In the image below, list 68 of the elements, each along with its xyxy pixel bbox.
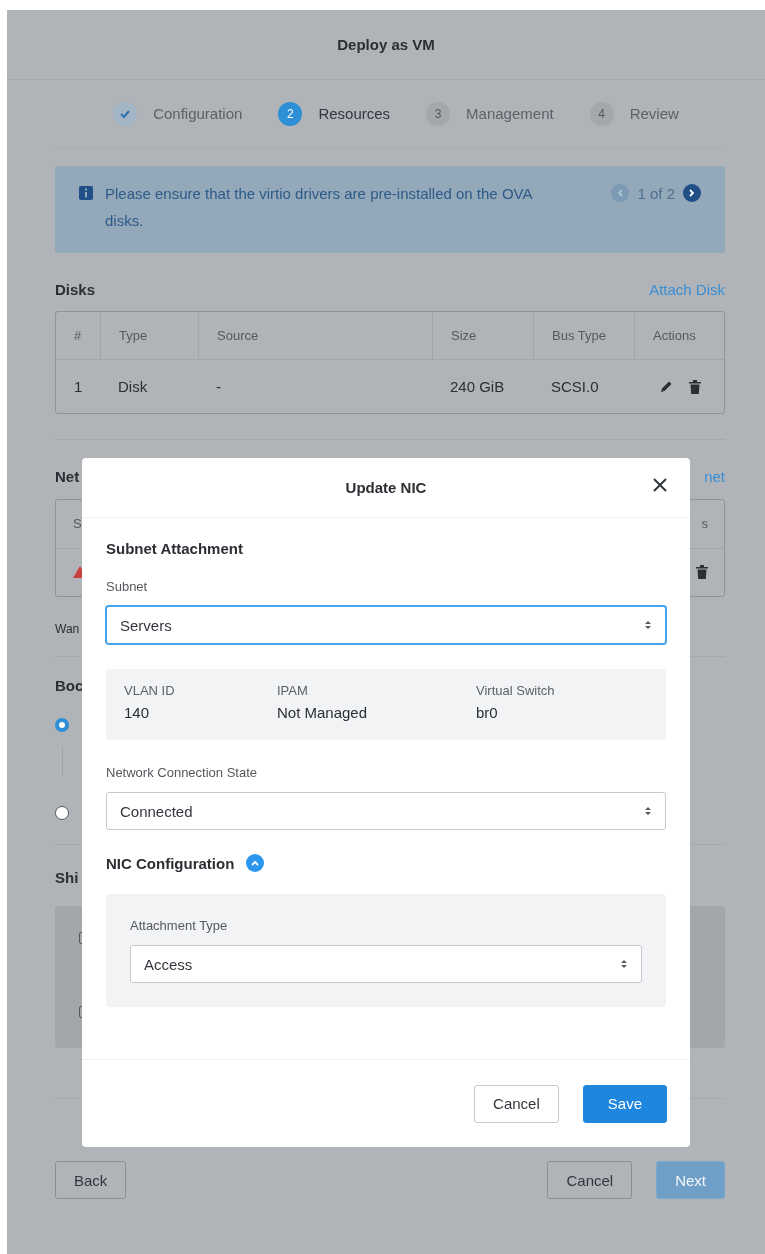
detail-label: IPAM: [277, 683, 309, 698]
wizard-step[interactable]: 3 Management: [426, 101, 554, 126]
column-header: Type: [119, 328, 148, 343]
field-label: Attachment Type: [130, 918, 229, 933]
note-text: Wan: [55, 622, 80, 636]
page-title: Deploy as VM: [337, 36, 435, 53]
step-number: 3: [426, 101, 451, 126]
delete-icon[interactable]: [696, 565, 708, 580]
attachment-select[interactable]: Access: [130, 945, 642, 983]
collapse-toggle[interactable]: [246, 854, 265, 872]
close-icon: [653, 478, 667, 492]
table-cell: 240 GiB: [450, 378, 505, 395]
cancel-button[interactable]: Cancel: [474, 1084, 559, 1123]
step-label: Review: [629, 105, 679, 122]
updown-icon: [645, 806, 651, 816]
table-cell: -: [216, 378, 221, 395]
step-number: 4: [589, 101, 614, 126]
detail-label: Virtual Switch: [476, 683, 556, 698]
section-title: NIC Configuration: [106, 854, 235, 872]
back-button[interactable]: Back: [55, 1161, 127, 1199]
edit-icon[interactable]: [660, 379, 673, 393]
section-title: Boc: [55, 677, 84, 694]
column-header: Size: [451, 328, 477, 343]
step-label: Configuration: [153, 105, 243, 122]
column-header: Actions: [653, 328, 696, 343]
updown-icon: [645, 620, 651, 630]
pager-count: 1 of 2: [637, 184, 675, 202]
connection-select[interactable]: Connected: [106, 792, 666, 830]
step-label: Resources: [318, 105, 391, 122]
column-header: s: [701, 516, 708, 532]
step-label: Management: [466, 105, 554, 122]
field-label: Network Connection State: [106, 765, 259, 780]
wizard-step[interactable]: 4 Review: [589, 101, 679, 126]
wizard-step[interactable]: 2 Resources: [278, 101, 391, 126]
section-title: Disks: [55, 281, 96, 298]
detail-label: VLAN ID: [124, 683, 176, 698]
section-title: Shi: [55, 869, 79, 886]
field-label: Subnet: [106, 579, 149, 594]
cancel-button[interactable]: Cancel: [547, 1161, 633, 1199]
info-icon: [79, 186, 93, 200]
chevron-left-icon: [617, 189, 624, 197]
banner-message: Please ensure that the virtio drivers are pre-installed on the OVA disks.: [105, 184, 534, 231]
subnet-select[interactable]: Servers: [106, 606, 666, 644]
chevron-up-icon: [251, 860, 260, 866]
check-icon: [120, 109, 131, 118]
radio-button[interactable]: [55, 718, 69, 732]
section-title: Net: [55, 468, 80, 485]
section-title: Subnet Attachment: [106, 540, 243, 557]
column-header: Source: [217, 328, 259, 343]
table-cell: SCSI.0: [551, 378, 599, 395]
step-number: 2: [278, 101, 303, 126]
table-cell: Disk: [118, 378, 148, 395]
dialog-title: Update NIC: [345, 479, 427, 496]
updown-icon: [621, 959, 627, 969]
detail-value: br0: [476, 704, 499, 721]
wizard-step[interactable]: Configuration: [113, 101, 243, 126]
table-cell: 1: [74, 378, 83, 395]
column-header: #: [74, 328, 82, 343]
detail-value: Not Managed: [277, 704, 369, 721]
save-button[interactable]: Save: [582, 1084, 667, 1123]
column-header: S: [73, 516, 82, 532]
column-header: Bus Type: [552, 328, 606, 343]
chevron-right-icon: [689, 189, 695, 197]
radio-button[interactable]: [55, 806, 69, 820]
next-button[interactable]: [683, 184, 701, 202]
delete-icon[interactable]: [689, 379, 701, 394]
close-button[interactable]: [652, 478, 668, 494]
detail-value: 140: [124, 704, 151, 721]
